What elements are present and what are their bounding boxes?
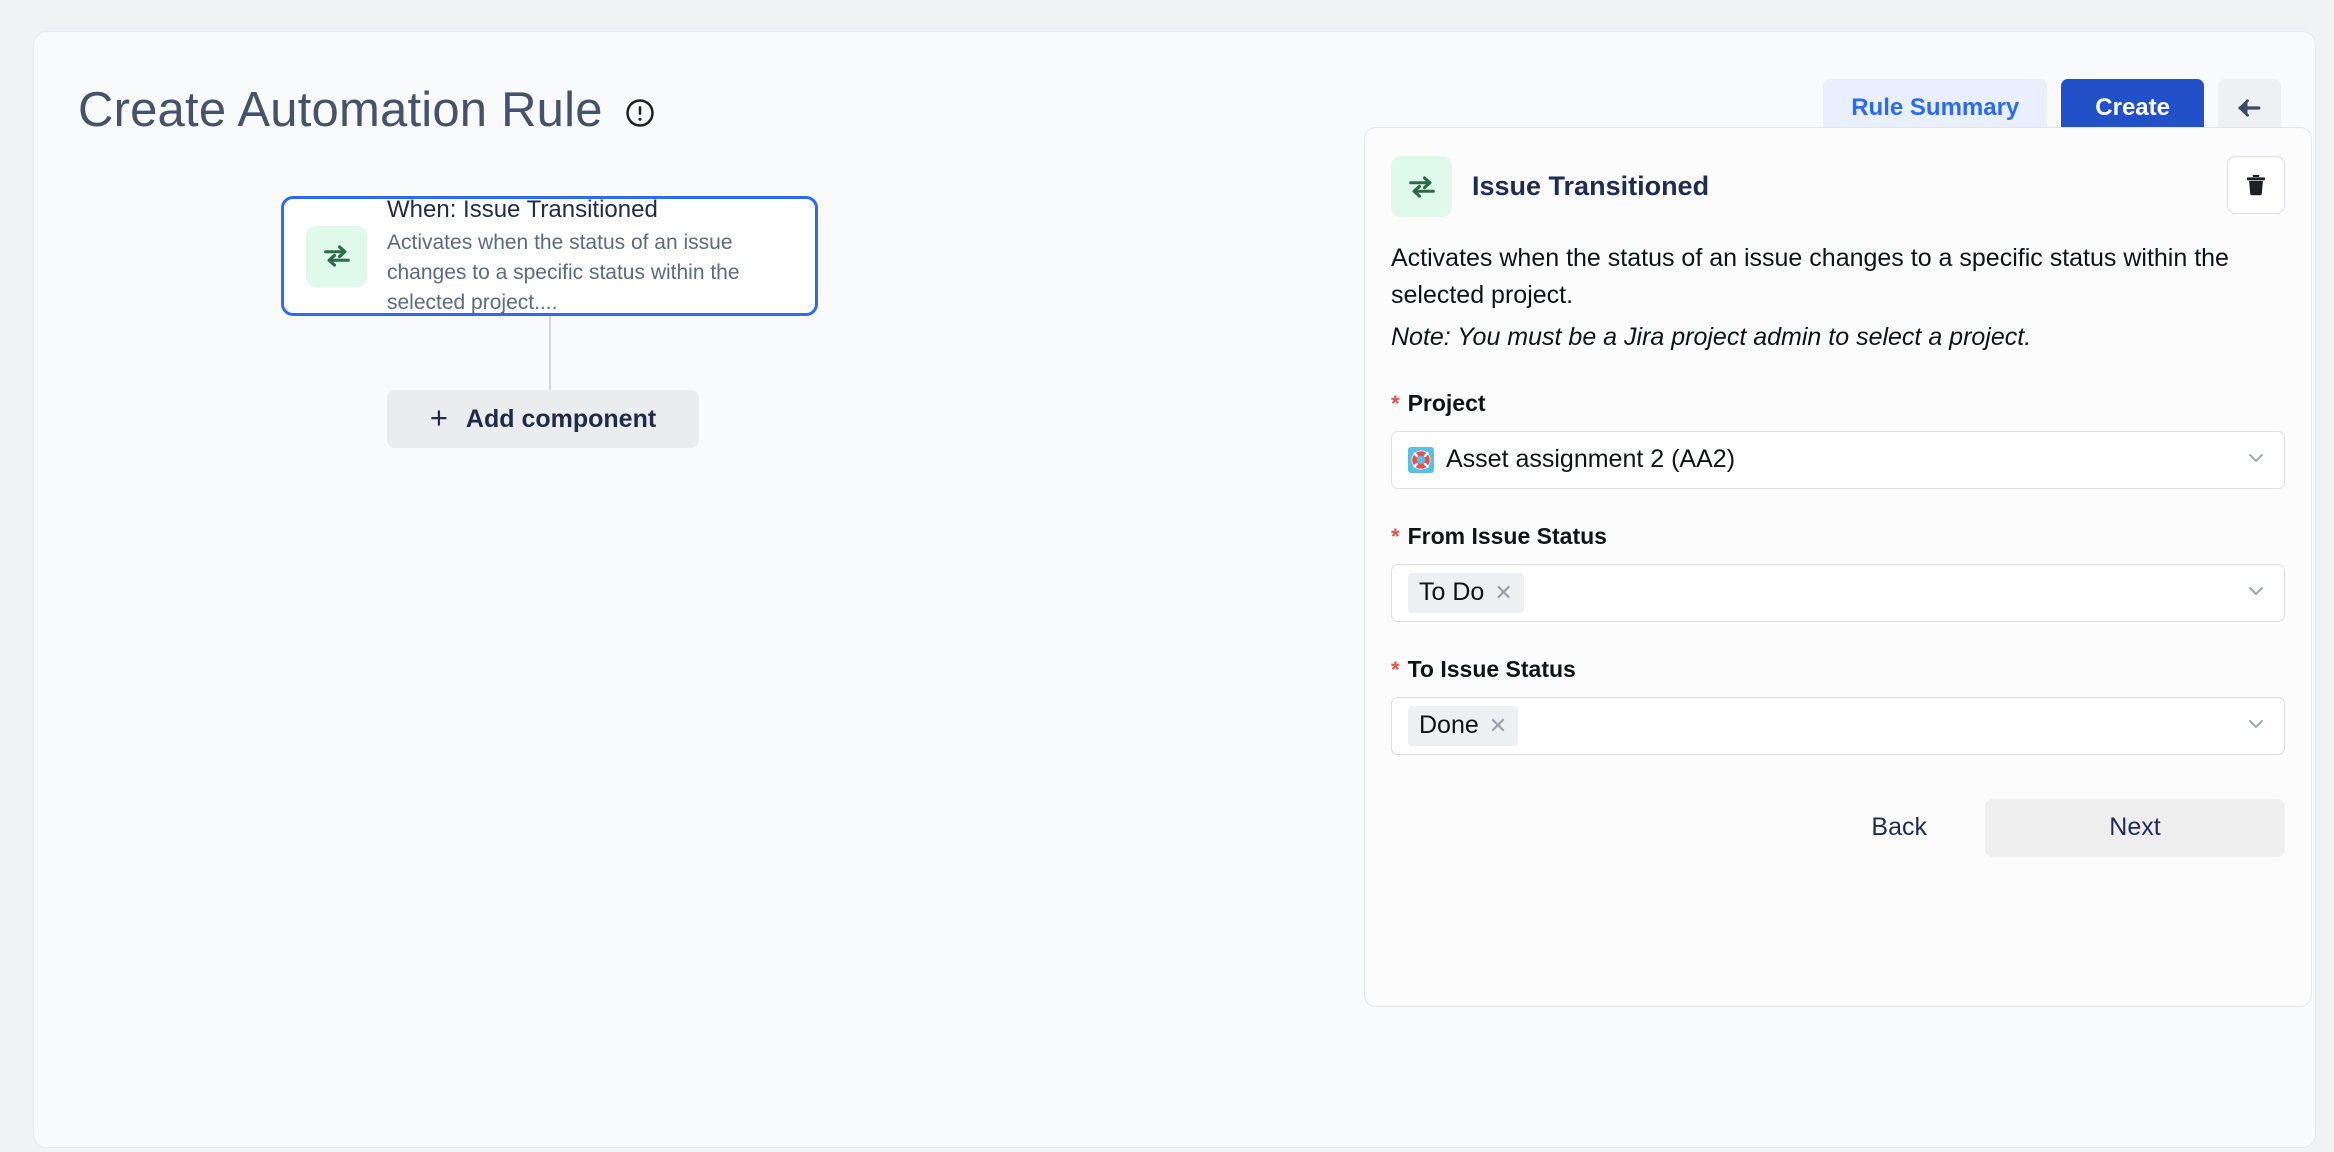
field-label-from-issue-status: * From Issue Status bbox=[1391, 523, 2285, 550]
trash-icon bbox=[2243, 172, 2269, 198]
panel-footer: Back Next bbox=[1391, 799, 2285, 857]
page-title: Create Automation Rule bbox=[78, 86, 603, 135]
delete-trigger-button[interactable] bbox=[2227, 156, 2285, 214]
exclamation-circle-icon[interactable] bbox=[625, 94, 655, 128]
trigger-detail-panel: Issue Transitioned Activates when the st… bbox=[1364, 127, 2312, 1007]
field-label-to-issue-status: * To Issue Status bbox=[1391, 656, 2285, 683]
back-button[interactable]: Back bbox=[1871, 799, 1985, 857]
chevron-down-icon[interactable] bbox=[2244, 711, 2268, 740]
required-asterisk: * bbox=[1391, 659, 1400, 681]
panel-header-left: Issue Transitioned bbox=[1391, 156, 1709, 217]
transition-arrows-icon bbox=[306, 226, 367, 287]
required-asterisk: * bbox=[1391, 526, 1400, 548]
rule-canvas: When: Issue Transitioned Activates when … bbox=[34, 162, 1334, 1149]
panel-title: Issue Transitioned bbox=[1472, 171, 1709, 202]
lifebuoy-icon bbox=[1408, 447, 1434, 473]
chevron-down-icon[interactable] bbox=[2244, 578, 2268, 607]
close-icon[interactable]: ✕ bbox=[1489, 715, 1507, 737]
trigger-title: When: Issue Transitioned bbox=[387, 194, 793, 226]
transition-arrows-icon bbox=[1391, 156, 1452, 217]
field-to-issue-status: * To Issue Status Done ✕ bbox=[1391, 656, 2285, 755]
arrow-left-icon bbox=[2235, 93, 2265, 123]
to-issue-status-select[interactable]: Done ✕ bbox=[1391, 697, 2285, 755]
page-title-group: Create Automation Rule bbox=[78, 86, 655, 135]
trigger-text-group: When: Issue Transitioned Activates when … bbox=[387, 194, 793, 318]
trigger-card[interactable]: When: Issue Transitioned Activates when … bbox=[281, 196, 818, 316]
plus-icon: + bbox=[430, 402, 448, 433]
connector-line bbox=[549, 316, 551, 390]
field-label-text: From Issue Status bbox=[1408, 523, 1607, 550]
trigger-description: Activates when the status of an issue ch… bbox=[387, 228, 793, 317]
project-select[interactable]: Asset assignment 2 (AA2) bbox=[1391, 431, 2285, 489]
add-component-label: Add component bbox=[466, 405, 656, 434]
panel-description: Activates when the status of an issue ch… bbox=[1391, 240, 2271, 313]
field-label-text: Project bbox=[1408, 390, 1486, 417]
chevron-down-icon[interactable] bbox=[2244, 445, 2268, 474]
page-card: Create Automation Rule Rule Summary Crea… bbox=[33, 31, 2316, 1148]
chip-label: To Do bbox=[1419, 580, 1484, 605]
field-label-project: * Project bbox=[1391, 390, 2285, 417]
field-label-text: To Issue Status bbox=[1408, 656, 1576, 683]
field-project: * Project Asset assignment 2 (AA2) bbox=[1391, 390, 2285, 489]
panel-header: Issue Transitioned bbox=[1391, 156, 2285, 218]
chip-label: Done bbox=[1419, 713, 1479, 738]
status-chip: To Do ✕ bbox=[1408, 573, 1524, 613]
add-component-button[interactable]: + Add component bbox=[387, 390, 699, 448]
project-select-value: Asset assignment 2 (AA2) bbox=[1446, 445, 1735, 474]
next-button[interactable]: Next bbox=[1985, 799, 2285, 857]
field-from-issue-status: * From Issue Status To Do ✕ bbox=[1391, 523, 2285, 622]
required-asterisk: * bbox=[1391, 393, 1400, 415]
panel-note: Note: You must be a Jira project admin t… bbox=[1391, 319, 2285, 356]
close-icon[interactable]: ✕ bbox=[1494, 582, 1512, 604]
status-chip: Done ✕ bbox=[1408, 706, 1518, 746]
from-issue-status-select[interactable]: To Do ✕ bbox=[1391, 564, 2285, 622]
